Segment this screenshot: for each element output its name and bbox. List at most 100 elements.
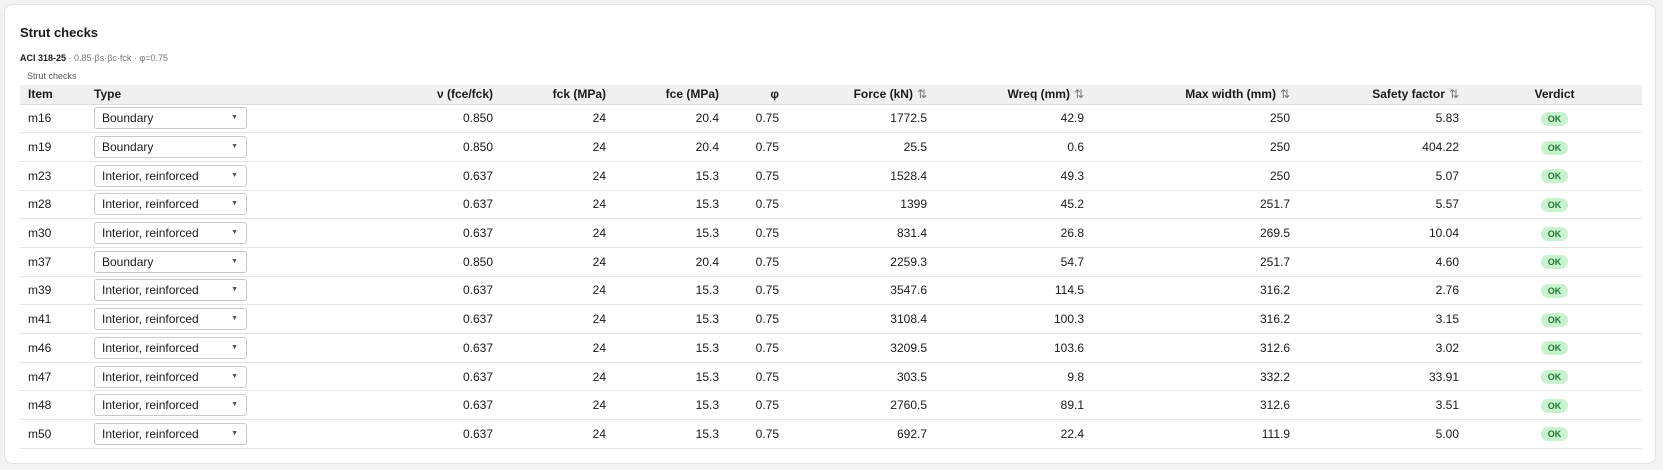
cell-verdict: OK (1467, 190, 1642, 219)
type-select[interactable]: Interior, reinforced ▼ (94, 394, 247, 417)
cell-fck: 24 (592, 168, 606, 183)
col-wreq-sortable[interactable]: Wreq (mm) ⇅ (935, 85, 1092, 105)
type-select[interactable]: Boundary ▼ (94, 136, 247, 159)
chevron-down-icon: ▼ (231, 401, 238, 409)
chevron-down-icon: ▼ (231, 171, 238, 179)
cell-wreq: 54.7 (1060, 254, 1084, 269)
cell-wreq: 114.5 (1054, 283, 1084, 298)
cell-fck: 24 (592, 140, 606, 155)
type-select[interactable]: Interior, reinforced ▼ (94, 422, 247, 445)
cell-wreq: 49.3 (1060, 168, 1084, 183)
cell-verdict: OK (1467, 133, 1642, 162)
type-select[interactable]: Interior, reinforced ▼ (94, 336, 247, 359)
col-sf-sortable[interactable]: Safety factor ⇅ (1298, 85, 1467, 105)
cell-fck: 24 (592, 254, 606, 269)
cell-max-width: 111.9 (1261, 426, 1290, 441)
cell-phi: 0.75 (755, 398, 779, 413)
cell-item: m30 (28, 226, 52, 241)
cell-phi: 0.75 (755, 226, 779, 241)
cell-max-width: 250 (1269, 111, 1290, 126)
col-item: Item (20, 85, 86, 105)
cell-verdict: OK (1467, 391, 1642, 420)
type-select[interactable]: Boundary ▼ (94, 107, 247, 130)
verdict-badge: OK (1540, 255, 1569, 270)
cell-verdict: OK (1467, 247, 1642, 276)
cell-item: m41 (28, 312, 52, 327)
cell-safety-factor: 2.76 (1435, 283, 1459, 298)
col-wreq-label: Wreq (mm) (1007, 87, 1070, 102)
cell-safety-factor: 5.57 (1435, 197, 1459, 212)
type-select[interactable]: Interior, reinforced ▼ (94, 222, 247, 245)
col-maxw-sortable[interactable]: Max width (mm) ⇅ (1092, 85, 1298, 105)
cell-verdict: OK (1467, 219, 1642, 248)
col-fck: fck (MPa) (501, 85, 614, 105)
type-select[interactable]: Interior, reinforced ▼ (94, 308, 247, 331)
cell-type: Interior, reinforced ▼ (86, 362, 256, 391)
sort-icon[interactable]: ⇅ (1074, 87, 1084, 101)
cell-nu: 0.637 (462, 168, 493, 183)
chevron-down-icon: ▼ (231, 343, 238, 351)
cell-type: Interior, reinforced ▼ (86, 161, 256, 190)
cell-verdict: OK (1467, 305, 1642, 334)
cell-wreq: 42.9 (1060, 111, 1084, 126)
cell-force: 25.5 (903, 140, 927, 155)
col-nu: ν (fce/fck) (256, 85, 501, 105)
chevron-down-icon: ▼ (231, 315, 238, 323)
table-row: m46 Interior, reinforced ▼ 0.637 24 15.3 … (20, 334, 1642, 363)
cell-item: m37 (28, 254, 52, 269)
col-sf-label: Safety factor (1372, 87, 1445, 102)
type-select[interactable]: Interior, reinforced ▼ (94, 365, 247, 388)
chevron-down-icon: ▼ (231, 257, 238, 265)
verdict-badge: OK (1540, 312, 1569, 327)
type-select-value: Boundary (102, 254, 154, 269)
cell-fck: 24 (592, 312, 606, 327)
cell-nu: 0.637 (462, 283, 493, 298)
type-select-value: Interior, reinforced (102, 340, 199, 355)
type-select[interactable]: Interior, reinforced ▼ (94, 279, 247, 302)
chevron-down-icon: ▼ (231, 143, 238, 151)
sort-icon[interactable]: ⇅ (1449, 87, 1459, 101)
type-select-value: Interior, reinforced (102, 197, 199, 212)
cell-fce: 20.4 (695, 111, 719, 126)
table-header-row: Item Type ν (fce/fck) fck (MPa) fce (MPa… (20, 85, 1642, 105)
cell-phi: 0.75 (755, 168, 779, 183)
type-select-value: Interior, reinforced (102, 226, 199, 241)
table-caption: Strut checks (27, 71, 77, 81)
cell-fck: 24 (592, 369, 606, 384)
cell-max-width: 251.7 (1259, 197, 1290, 212)
cell-max-width: 250 (1269, 140, 1290, 155)
cell-fck: 24 (592, 340, 606, 355)
chevron-down-icon: ▼ (231, 372, 238, 380)
sort-icon[interactable]: ⇅ (917, 87, 927, 101)
cell-type: Boundary ▼ (86, 133, 256, 162)
cell-wreq: 100.3 (1053, 312, 1084, 327)
cell-safety-factor: 3.02 (1435, 340, 1459, 355)
cell-phi: 0.75 (755, 340, 779, 355)
cell-safety-factor: 5.07 (1435, 168, 1459, 183)
type-select[interactable]: Interior, reinforced ▼ (94, 164, 247, 187)
sort-icon[interactable]: ⇅ (1280, 87, 1290, 101)
table-row: m37 Boundary ▼ 0.850 24 20.4 0.75 2259.3 … (20, 247, 1642, 277)
table-body: m16 Boundary ▼ 0.850 24 20.4 0.75 1772.5 … (20, 104, 1642, 449)
chevron-down-icon: ▼ (231, 200, 238, 208)
type-select[interactable]: Boundary ▼ (94, 250, 247, 273)
cell-safety-factor: 5.00 (1435, 426, 1459, 441)
cell-force: 3108.4 (890, 312, 927, 327)
cell-max-width: 332.2 (1259, 369, 1290, 384)
cell-phi: 0.75 (755, 426, 779, 441)
col-force-sortable[interactable]: Force (kN) ⇅ (787, 85, 935, 105)
cell-safety-factor: 3.51 (1435, 398, 1459, 413)
type-select[interactable]: Interior, reinforced ▼ (94, 193, 247, 216)
table-row: m48 Interior, reinforced ▼ 0.637 24 15.3 … (20, 391, 1642, 420)
cell-fck: 24 (592, 197, 606, 212)
cell-fce: 20.4 (695, 254, 719, 269)
cell-wreq: 45.2 (1060, 197, 1084, 212)
cell-item: m47 (28, 369, 52, 384)
type-select-value: Interior, reinforced (102, 283, 199, 298)
cell-nu: 0.637 (462, 197, 493, 212)
cell-type: Interior, reinforced ▼ (86, 334, 256, 363)
cell-force: 303.5 (896, 369, 927, 384)
cell-nu: 0.637 (462, 340, 493, 355)
table-row: m47 Interior, reinforced ▼ 0.637 24 15.3 … (20, 362, 1642, 391)
cell-force: 3209.5 (890, 340, 927, 355)
